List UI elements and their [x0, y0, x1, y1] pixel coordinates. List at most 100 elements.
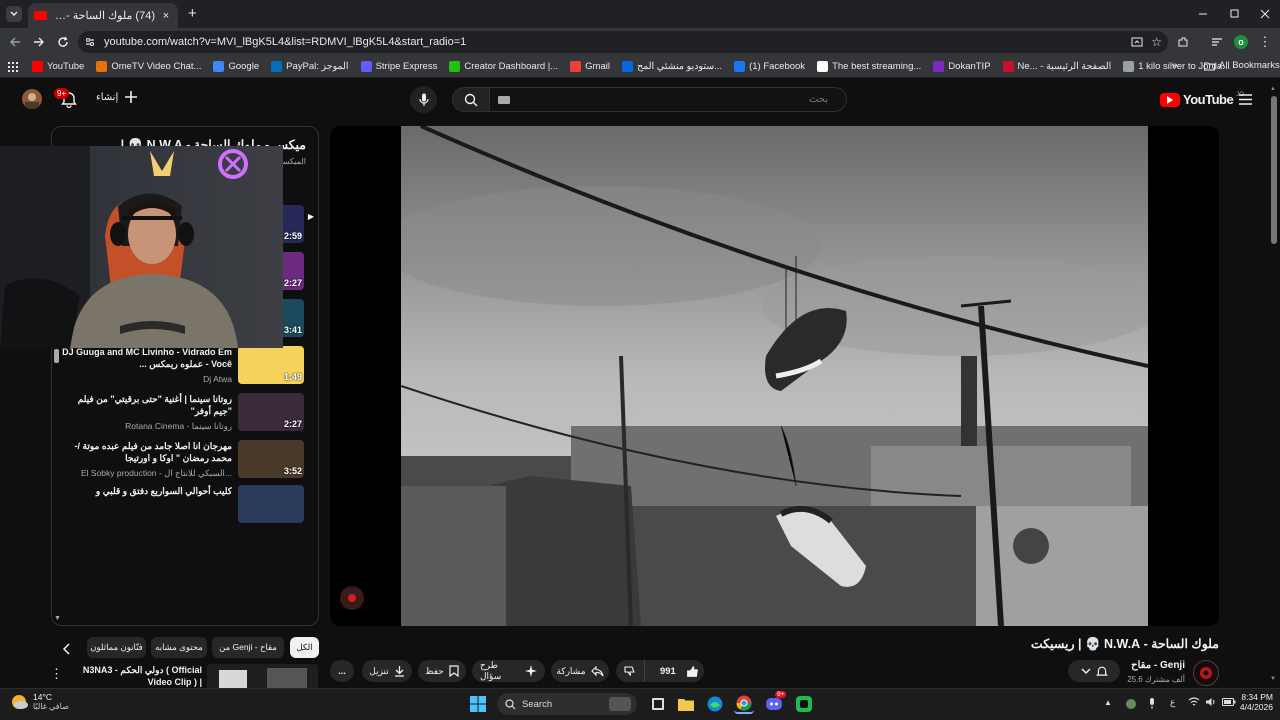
chrome-icon[interactable]	[734, 694, 754, 714]
bookmark-item[interactable]: DokanTIP	[933, 61, 991, 72]
playlist-item-title[interactable]: DJ Guuga and MC Livinho - Vidrado Em Voc…	[60, 346, 232, 370]
next-up-thumbnail[interactable]	[207, 664, 318, 688]
address-bar[interactable]: youtube.com/watch?v=MVI_lBgK5L4&list=RDM…	[78, 31, 1168, 53]
chips-prev-arrow-icon[interactable]	[60, 643, 72, 655]
bookmark-item[interactable]: OmeTV Video Chat...	[96, 61, 201, 72]
playlist-item-thumbnail[interactable]	[238, 485, 304, 523]
hamburger-menu-icon[interactable]	[1238, 92, 1252, 106]
tray-app-icon[interactable]	[1126, 699, 1136, 709]
user-avatar[interactable]	[22, 89, 42, 109]
restore-icon[interactable]	[1227, 7, 1241, 21]
tab-search-icon[interactable]	[6, 6, 22, 22]
extensions-icon[interactable]	[1176, 35, 1190, 49]
bookmark-item[interactable]: Creator Dashboard |...	[449, 61, 558, 72]
bookmark-item[interactable]: YouTube	[32, 61, 84, 72]
windows-start-icon[interactable]	[469, 695, 487, 713]
scroll-down-icon[interactable]: ▼	[1270, 676, 1276, 682]
scroll-up-icon[interactable]: ▲	[1270, 86, 1276, 92]
bookmark-item[interactable]: The best streaming...	[817, 61, 921, 72]
tray-overflow-icon[interactable]: ▲	[1104, 698, 1112, 707]
forward-arrow-icon[interactable]	[32, 35, 46, 49]
reading-list-icon[interactable]	[1210, 35, 1224, 49]
taskbar-search-box[interactable]: Search	[497, 693, 637, 715]
ask-question-button[interactable]: طرح سؤال	[472, 660, 545, 682]
app-green-icon[interactable]	[794, 694, 814, 714]
weather-widget[interactable]: 14°C صافي غالبًا	[10, 692, 69, 711]
bookmark-item[interactable]: Stripe Express	[360, 61, 437, 72]
language-indicator[interactable]: ع	[1170, 697, 1175, 708]
playlist-item-title[interactable]: مهرجان انا اصلا جامد من فيلم عبده موتة /…	[60, 440, 232, 464]
playlist-item-title[interactable]: روتانا سينما | أغنية "حتى برقيتي" من فيل…	[60, 393, 232, 417]
minimize-icon[interactable]	[1196, 7, 1210, 21]
bookmark-item[interactable]: Gmail	[570, 61, 610, 72]
back-arrow-icon[interactable]	[8, 35, 22, 49]
bookmarks-overflow-icon[interactable]: »	[1172, 60, 1178, 71]
keyboard-icon[interactable]	[498, 96, 510, 104]
channel-watermark-icon[interactable]	[340, 586, 364, 610]
save-button[interactable]: حفظ	[418, 660, 466, 682]
playlist-item-thumbnail[interactable]: 2:27	[238, 393, 304, 431]
dislike-button[interactable]	[616, 660, 645, 682]
channel-avatar[interactable]	[1193, 660, 1219, 686]
close-icon[interactable]	[1258, 7, 1272, 21]
site-info-icon[interactable]	[84, 36, 96, 48]
search-input[interactable]: بحث	[489, 87, 847, 112]
share-button[interactable]: مشاركة	[551, 660, 609, 682]
bookmark-item[interactable]: PayPal: الموجز	[271, 61, 349, 72]
bookmark-item[interactable]: Google	[213, 61, 259, 72]
chip-similar-artists[interactable]: فنّانون مماثلون	[87, 637, 146, 658]
tab-close-icon[interactable]: ×	[160, 10, 172, 22]
chip-from-channel-label: من Genji - مقاح	[219, 642, 277, 652]
edge-browser-icon[interactable]	[705, 694, 725, 714]
chip-related[interactable]: محتوى مشابه	[151, 637, 207, 658]
playlist-item-title[interactable]: كليب أحوالي السواريع دفتق و قلبي و	[60, 485, 232, 497]
like-button[interactable]	[681, 660, 704, 682]
playlist-item-thumbnail[interactable]: 1:49	[238, 346, 304, 384]
next-up-title[interactable]: N3NA3 - دولي الحكم ( Official Video Clip…	[70, 664, 202, 688]
browser-tab-active[interactable]: (74) ملوك الساحة - N.W.A 💀 | ... ×	[28, 3, 178, 28]
playlist-item[interactable]: كليب أحوالي السواريع دفتق و قلبي و	[52, 485, 318, 531]
download-icon	[394, 665, 405, 677]
tab-title: (74) ملوك الساحة - N.W.A 💀 | ...	[52, 10, 155, 22]
playlist-item-thumbnail[interactable]: 3:52	[238, 440, 304, 478]
video-frame[interactable]	[401, 126, 1148, 626]
chrome-menu-icon[interactable]: ⋮	[1258, 34, 1272, 49]
bookmark-item[interactable]: Ne... - الصفحة الرئيسية	[1002, 61, 1111, 72]
chip-from-channel[interactable]: من Genji - مقاح	[212, 637, 284, 658]
cast-icon[interactable]	[1131, 36, 1143, 48]
chevron-down-icon	[1081, 668, 1091, 674]
volume-icon[interactable]	[1205, 697, 1217, 707]
bookmark-star-icon[interactable]: ☆	[1151, 35, 1162, 49]
ask-label: طرح سؤال	[480, 660, 502, 681]
wifi-icon[interactable]	[1188, 697, 1200, 707]
new-tab-button[interactable]: +	[188, 5, 197, 22]
clock[interactable]: 8:34 PM 4/4/2026	[1228, 692, 1273, 712]
bookmark-item[interactable]: (1) Facebook	[734, 61, 805, 72]
playlist-item[interactable]: 1:49 DJ Guuga and MC Livinho - Vidrado Em…	[52, 346, 318, 392]
file-explorer-icon[interactable]	[676, 694, 696, 714]
youtube-logo[interactable]: YouTube JO	[1160, 92, 1244, 107]
video-player[interactable]	[330, 126, 1219, 626]
create-button[interactable]: إنشاء	[96, 90, 138, 104]
page-scrollbar[interactable]: ▲ ▼	[1270, 86, 1278, 686]
subscribe-bell-button[interactable]	[1068, 660, 1120, 682]
more-actions-button[interactable]: ...	[330, 660, 354, 682]
playlist-item[interactable]: 3:52 مهرجان انا اصلا جامد من فيلم عبده مو…	[52, 440, 318, 486]
reload-icon[interactable]	[56, 35, 70, 49]
scrollbar-thumb[interactable]	[1271, 96, 1277, 244]
playlist-scrollbar[interactable]	[54, 349, 59, 363]
chip-all[interactable]: الكل	[290, 637, 319, 658]
task-view-icon[interactable]	[648, 694, 668, 714]
search-icon[interactable]	[452, 87, 490, 112]
apps-grid-icon[interactable]	[8, 61, 18, 72]
bookmark-item[interactable]: ستوديو منشئي المح...	[621, 61, 722, 72]
profile-avatar[interactable]: o	[1234, 35, 1248, 49]
all-bookmarks-button[interactable]: All Bookmarks	[1204, 60, 1280, 71]
tray-location-icon[interactable]	[1148, 698, 1156, 710]
next-up-menu-icon[interactable]: ⋮	[50, 666, 63, 682]
download-button[interactable]: تنزيل	[362, 660, 412, 682]
channel-name[interactable]: مقاح - Genji	[1131, 660, 1185, 671]
scroll-down-arrow-icon[interactable]: ▼	[54, 615, 61, 622]
voice-search-icon[interactable]	[410, 86, 437, 113]
playlist-item[interactable]: 2:27 روتانا سينما | أغنية "حتى برقيتي" من…	[52, 393, 318, 439]
